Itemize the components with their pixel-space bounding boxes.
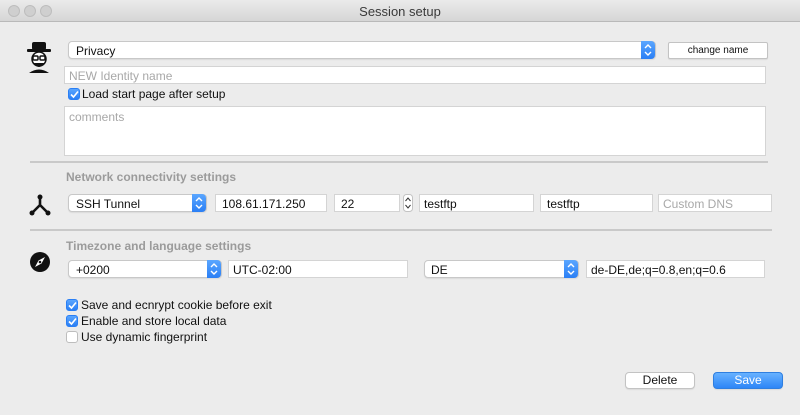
- dynamic-fingerprint-label: Use dynamic fingerprint: [81, 330, 208, 344]
- session-setup-window: Session setup Privacy change name NEW Id…: [0, 0, 800, 415]
- identity-name-input[interactable]: NEW Identity name: [64, 66, 766, 84]
- local-data-label: Enable and store local data: [81, 314, 227, 328]
- host-input[interactable]: 108.61.171.250: [215, 194, 327, 212]
- network-branch-icon: [28, 193, 52, 217]
- dynamic-fingerprint-checkbox[interactable]: [66, 331, 78, 343]
- window-title: Session setup: [359, 4, 441, 19]
- port-input[interactable]: 22: [334, 194, 400, 212]
- section-divider: [30, 161, 768, 163]
- title-bar: Session setup: [0, 0, 800, 22]
- select-chevron-icon: [564, 260, 578, 278]
- section-divider: [30, 229, 772, 231]
- change-name-button[interactable]: change name: [668, 42, 768, 59]
- identity-profile-select[interactable]: Privacy: [68, 41, 656, 59]
- accept-language-input[interactable]: de-DE,de;q=0.8,en;q=0.6: [586, 260, 765, 278]
- spy-incognito-icon: [25, 40, 53, 74]
- username-input[interactable]: testftp: [419, 194, 534, 212]
- save-encrypt-cookie-label: Save and ecnrypt cookie before exit: [81, 298, 272, 312]
- language-select[interactable]: DE: [424, 260, 579, 278]
- select-chevron-icon: [192, 194, 206, 212]
- select-chevron-icon: [207, 260, 221, 278]
- custom-dns-input[interactable]: Custom DNS: [658, 194, 772, 212]
- port-stepper[interactable]: [403, 194, 413, 212]
- local-data-checkbox[interactable]: [66, 315, 78, 327]
- delete-button[interactable]: Delete: [625, 372, 695, 389]
- connection-type-select[interactable]: SSH Tunnel: [68, 194, 207, 212]
- timezone-input[interactable]: UTC-02:00: [228, 260, 408, 278]
- select-chevron-icon: [641, 41, 655, 59]
- password-input[interactable]: testftp: [540, 194, 653, 212]
- save-button[interactable]: Save: [713, 372, 783, 389]
- timezone-section-title: Timezone and language settings: [66, 239, 252, 253]
- load-start-page-checkbox[interactable]: [68, 88, 80, 100]
- comments-textarea[interactable]: comments: [64, 106, 766, 156]
- network-section-title: Network connectivity settings: [66, 170, 237, 184]
- load-start-page-label: Load start page after setup: [82, 87, 226, 101]
- timezone-offset-select[interactable]: +0200: [68, 260, 222, 278]
- compass-icon: [29, 251, 51, 273]
- save-encrypt-cookie-checkbox[interactable]: [66, 299, 78, 311]
